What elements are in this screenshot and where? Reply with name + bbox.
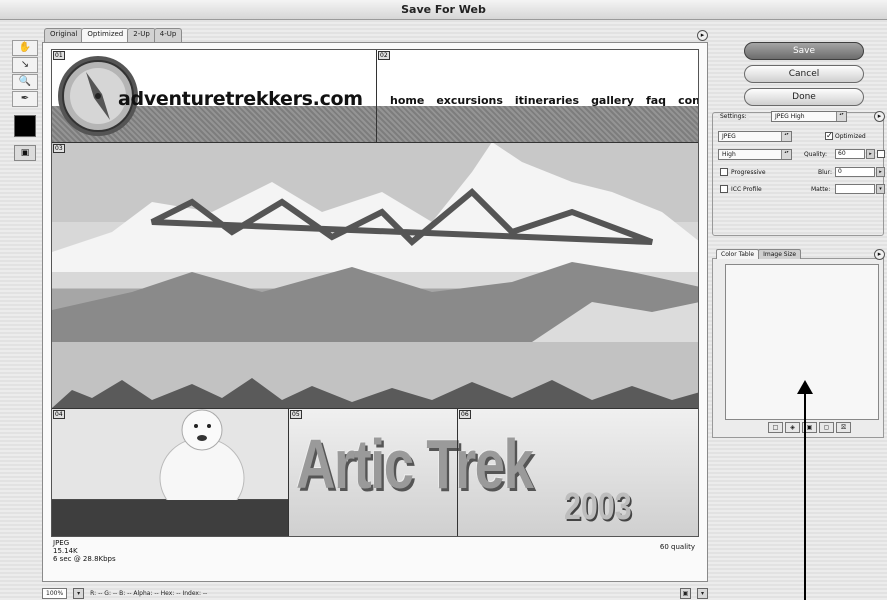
polar-bear-photo (52, 409, 288, 536)
nav-home: home (390, 94, 425, 107)
slice-badge-icon[interactable]: 03 (53, 144, 65, 153)
eyedropper-color-swatch[interactable] (14, 115, 36, 137)
status-bar: 100% ▾ R: -- G: -- B: -- Alpha: -- Hex: … (42, 586, 708, 600)
tab-optimized[interactable]: Optimized (81, 28, 130, 42)
quality-slider-icon[interactable]: ▸ (866, 149, 875, 159)
new-color-icon[interactable]: ▢ (819, 422, 834, 433)
artic-trek-title: Artic Trek (296, 425, 534, 503)
info-download-time: 6 sec @ 28.8Kbps (53, 555, 116, 563)
quality-field[interactable]: 60 (835, 149, 865, 159)
browser-preview-icon[interactable]: ▣ (680, 587, 691, 599)
toolbox: ✋ ↘ 🔍 ✒ ▣ (12, 40, 40, 165)
site-brand: adventuretrekkers.com (118, 88, 363, 110)
tab-color-table[interactable]: Color Table (716, 249, 760, 259)
quality-mask-icon[interactable] (877, 150, 885, 158)
slice-divider (52, 408, 698, 409)
blur-slider-icon[interactable]: ▸ (876, 167, 885, 177)
preset-select[interactable]: JPEG High (771, 111, 847, 122)
view-tabs: Original Optimized 2-Up 4-Up (44, 28, 183, 42)
icc-profile-label: ICC Profile (731, 186, 762, 193)
slice-divider (376, 50, 377, 142)
info-format: JPEG (53, 539, 70, 547)
compression-select[interactable]: High (718, 149, 792, 160)
settings-label: Settings: (718, 113, 749, 120)
quality-label: Quality: (804, 151, 828, 158)
trash-icon[interactable]: ⛝ (836, 422, 851, 433)
info-size: 15.14K (53, 547, 78, 555)
save-button[interactable]: Save (744, 42, 864, 60)
optimized-preview-image[interactable]: adventuretrekkers.com home excursions it… (51, 49, 699, 537)
tab-2-up[interactable]: 2-Up (127, 28, 156, 42)
slice-divider (52, 142, 698, 143)
color-readout: R: -- G: -- B: -- Alpha: -- Hex: -- Inde… (90, 589, 208, 597)
icc-profile-checkbox[interactable] (720, 185, 728, 193)
zoom-level-field[interactable]: 100% (42, 587, 68, 599)
slice-badge-icon[interactable]: 02 (378, 51, 390, 60)
tab-image-size[interactable]: Image Size (758, 249, 802, 259)
slice-badge-icon[interactable]: 06 (459, 410, 471, 419)
slice-divider (288, 408, 289, 536)
slice-select-icon[interactable]: ↘ (12, 57, 38, 73)
matte-label: Matte: (811, 186, 831, 193)
optimize-menu-icon[interactable]: ▸ (874, 111, 885, 122)
optimized-info: JPEG 15.14K 6 sec @ 28.8Kbps (53, 539, 116, 563)
hand-icon[interactable]: ✋ (12, 40, 38, 56)
progressive-label: Progressive (731, 169, 766, 176)
info-quality: 60 quality (659, 543, 695, 551)
zoom-dropdown-icon[interactable]: ▾ (73, 587, 85, 599)
matte-dropdown-icon[interactable]: ▾ (876, 184, 885, 194)
slice-badge-icon[interactable]: 04 (53, 410, 65, 419)
bottom-slices: Artic Trek 2003 (52, 408, 698, 536)
slice-divider (457, 408, 458, 536)
lock-icon[interactable]: ◈ (785, 422, 800, 433)
web-snap-icon[interactable]: □ (768, 422, 783, 433)
preview-menu-icon[interactable]: ▸ (697, 30, 708, 41)
preview-canvas: adventuretrekkers.com home excursions it… (42, 42, 708, 582)
color-table-tabs: Color Table Image Size (716, 249, 802, 259)
window-title: Save For Web (0, 0, 887, 20)
cancel-button[interactable]: Cancel (744, 65, 864, 83)
color-table-menu-icon[interactable]: ▸ (874, 249, 885, 260)
slice-badge-icon[interactable]: 05 (290, 410, 302, 419)
nav-faq: faq (645, 94, 667, 107)
blur-label: Blur: (818, 169, 832, 176)
color-table-swatches[interactable] (725, 264, 879, 420)
optimized-label: Optimized (835, 133, 866, 140)
nav-gallery: gallery (591, 94, 634, 107)
browser-preview-icon[interactable]: ▣ (14, 145, 36, 161)
nav-itineraries: itineraries (514, 94, 580, 107)
site-nav: home excursions itineraries gallery faq … (390, 94, 699, 107)
eyedropper-icon[interactable]: ✒ (12, 91, 38, 107)
mountain-slice (52, 142, 698, 408)
color-table-actions: □ ◈ ▣ ▢ ⛝ (768, 422, 851, 433)
tab-4-up[interactable]: 4-Up (153, 28, 183, 42)
blur-field[interactable]: 0 (835, 167, 875, 177)
nav-contact: contact (678, 94, 699, 107)
zoom-icon[interactable]: 🔍 (12, 74, 38, 90)
slice-badge-icon[interactable]: 01 (53, 51, 65, 60)
nav-excursions: excursions (436, 94, 503, 107)
tab-original[interactable]: Original (44, 28, 84, 42)
callout-arrow-line (804, 388, 806, 600)
polar-bear-image (52, 408, 288, 536)
format-select[interactable]: JPEG (718, 131, 792, 142)
browser-menu-icon[interactable]: ▾ (697, 587, 708, 599)
progressive-checkbox[interactable] (720, 168, 728, 176)
save-for-web-window: Save For Web ✋ ↘ 🔍 ✒ ▣ Original Optimize… (0, 0, 887, 600)
year-title: 2003 (564, 486, 632, 528)
done-button[interactable]: Done (744, 88, 864, 106)
mountain-image (52, 142, 698, 408)
matte-field[interactable] (835, 184, 875, 194)
optimized-checkbox[interactable]: ✓ (825, 132, 833, 140)
